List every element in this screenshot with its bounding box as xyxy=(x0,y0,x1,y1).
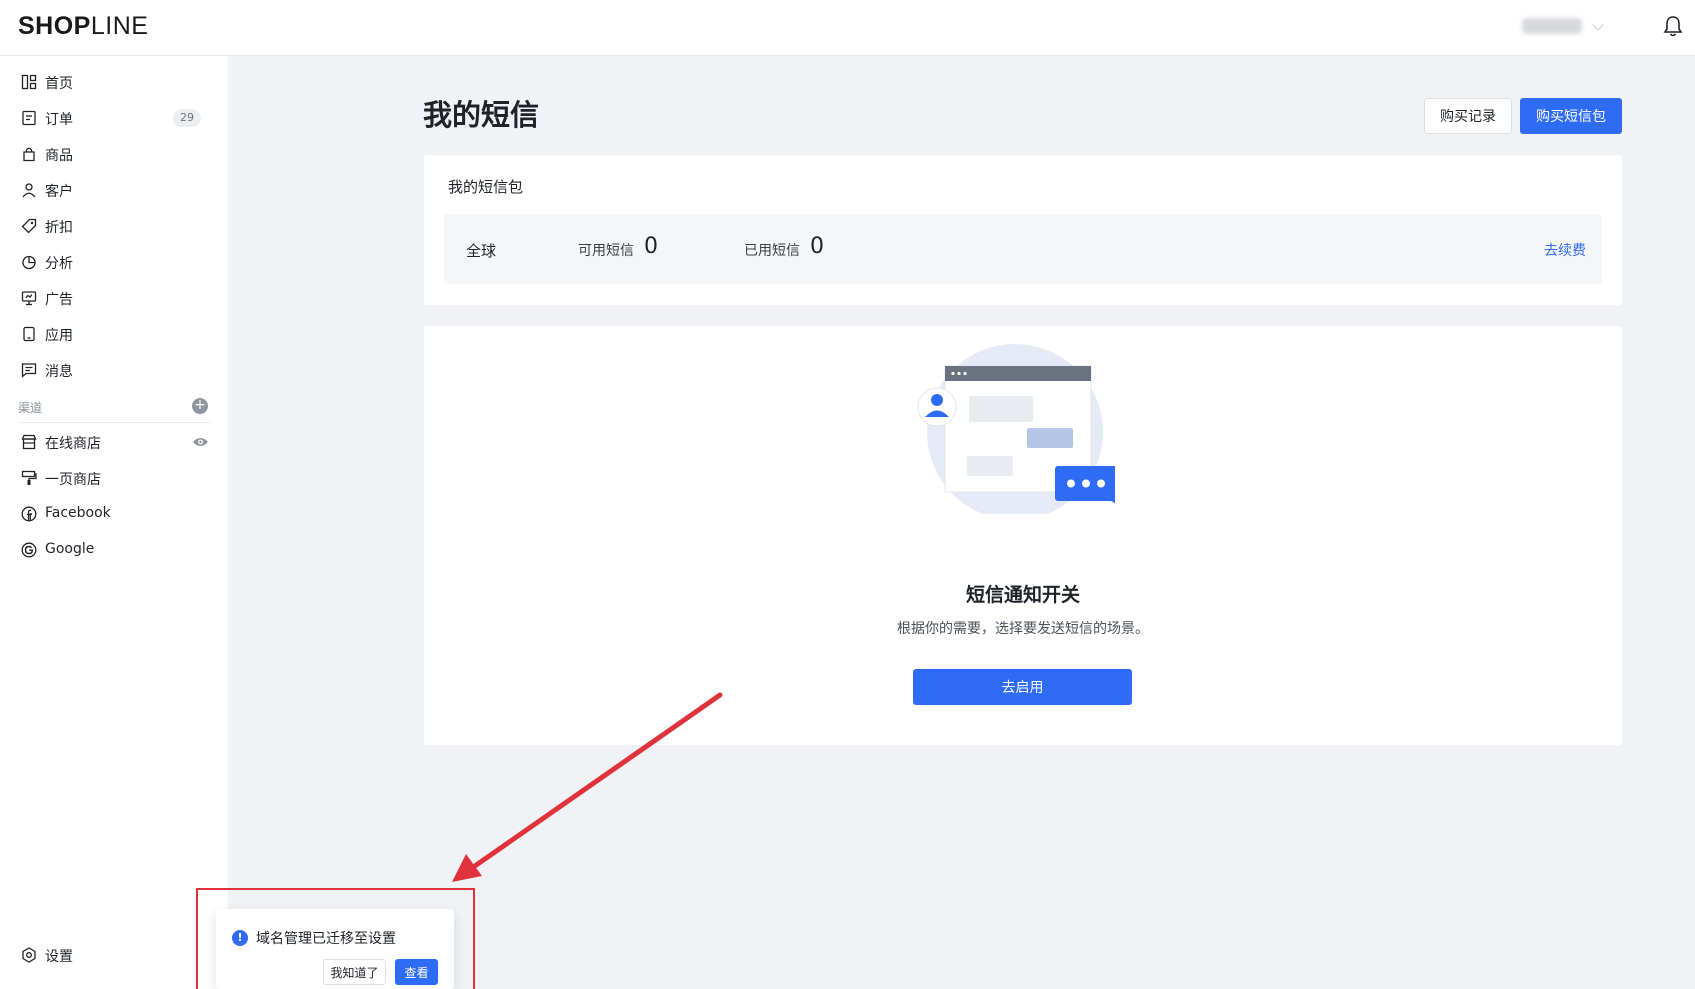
sms-package-card: 我的短信包 全球 可用短信 0 已用短信 0 去续费 xyxy=(424,155,1622,305)
used-sms-value: 0 xyxy=(810,234,824,259)
sidebar-item-products[interactable]: 商品 xyxy=(0,137,229,171)
app-icon xyxy=(23,326,35,342)
eye-icon[interactable] xyxy=(192,436,209,448)
sidebar-item-online-store[interactable]: 在线商店 xyxy=(0,425,229,459)
brush-icon xyxy=(21,470,37,485)
chevron-down-icon[interactable] xyxy=(1592,19,1604,31)
buy-sms-package-button[interactable]: 购买短信包 xyxy=(1520,98,1622,134)
notification-description: 根据你的需要，选择要发送短信的场景。 xyxy=(897,621,1149,637)
sidebar-item-analytics[interactable]: 分析 xyxy=(0,245,229,279)
store-name-blurred[interactable] xyxy=(1522,18,1582,34)
sidebar-item-discounts[interactable]: 折扣 xyxy=(0,209,229,243)
available-sms-value: 0 xyxy=(644,234,658,259)
top-bar: SHOPLINE xyxy=(0,0,1695,56)
sidebar-item-label: 在线商店 xyxy=(45,436,101,452)
customer-icon xyxy=(22,183,36,198)
sidebar-item-orders[interactable]: 订单 29 xyxy=(0,101,229,135)
used-sms-label: 已用短信 xyxy=(744,243,800,259)
dashboard-icon xyxy=(21,74,37,90)
sidebar-item-label: 广告 xyxy=(45,292,73,308)
google-icon xyxy=(21,542,37,558)
bell-icon[interactable] xyxy=(1662,14,1684,38)
notification-title: 短信通知开关 xyxy=(965,584,1080,606)
migration-toast: ! 域名管理已迁移至设置 我知道了 查看 xyxy=(216,909,454,989)
package-row: 全球 可用短信 0 已用短信 0 去续费 xyxy=(444,214,1602,284)
info-icon: ! xyxy=(232,930,248,946)
package-region: 全球 xyxy=(466,242,497,260)
sidebar-item-google[interactable]: Google xyxy=(0,533,229,567)
sidebar-item-label: 商品 xyxy=(45,148,73,164)
message-icon xyxy=(21,363,37,378)
sidebar-item-one-page-store[interactable]: 一页商店 xyxy=(0,461,229,495)
sidebar-item-label: 客户 xyxy=(45,184,73,200)
sms-notification-card: 短信通知开关 根据你的需要，选择要发送短信的场景。 去启用 xyxy=(424,326,1622,745)
store-icon xyxy=(21,434,37,450)
chart-pie-icon xyxy=(22,255,36,270)
order-icon xyxy=(22,110,36,126)
sidebar-item-ads[interactable]: 广告 xyxy=(0,281,229,315)
sidebar-item-label: Facebook xyxy=(45,505,111,521)
add-channel-button[interactable]: + xyxy=(192,398,208,414)
sidebar-item-label: 首页 xyxy=(45,76,73,92)
sidebar-item-label: Google xyxy=(45,541,95,557)
sidebar-item-apps[interactable]: 应用 xyxy=(0,317,229,351)
gear-icon xyxy=(22,947,36,963)
sidebar-item-home[interactable]: 首页 xyxy=(0,65,229,99)
sidebar-item-label: 折扣 xyxy=(45,220,73,236)
order-count-badge: 29 xyxy=(173,109,201,127)
product-bag-icon xyxy=(23,147,35,162)
dismiss-button[interactable]: 我知道了 xyxy=(323,959,386,985)
page-title: 我的短信 xyxy=(423,98,540,132)
facebook-icon xyxy=(21,506,37,522)
sidebar-item-settings[interactable]: 设置 xyxy=(0,938,229,972)
sidebar-item-customers[interactable]: 客户 xyxy=(0,173,229,207)
section-divider xyxy=(18,422,211,423)
ad-screen-icon xyxy=(21,291,37,306)
sidebar-item-label: 应用 xyxy=(45,328,73,344)
channels-section-title: 渠道 xyxy=(18,401,43,415)
card-title: 我的短信包 xyxy=(448,178,524,196)
sidebar-item-label: 设置 xyxy=(45,949,73,965)
sidebar-item-label: 订单 xyxy=(45,112,73,128)
purchase-history-button[interactable]: 购买记录 xyxy=(1424,98,1512,134)
sidebar-item-label: 消息 xyxy=(45,364,73,380)
enable-button[interactable]: 去启用 xyxy=(913,669,1132,705)
available-sms-label: 可用短信 xyxy=(578,243,634,259)
renew-link[interactable]: 去续费 xyxy=(1544,240,1586,260)
sidebar-item-facebook[interactable]: Facebook xyxy=(0,497,229,531)
toast-message: 域名管理已迁移至设置 xyxy=(256,931,396,947)
sidebar: 首页 订单 29 商品 客户 折扣 分析 广告 应用 消息 渠道 + 在线商店 xyxy=(0,56,229,989)
sms-illustration xyxy=(917,344,1115,514)
sidebar-item-label: 分析 xyxy=(45,256,73,272)
sidebar-item-label: 一页商店 xyxy=(45,472,101,488)
shopline-logo[interactable]: SHOPLINE xyxy=(18,12,148,41)
tag-icon xyxy=(21,218,37,234)
view-button[interactable]: 查看 xyxy=(395,959,438,985)
sidebar-item-messages[interactable]: 消息 xyxy=(0,353,229,387)
